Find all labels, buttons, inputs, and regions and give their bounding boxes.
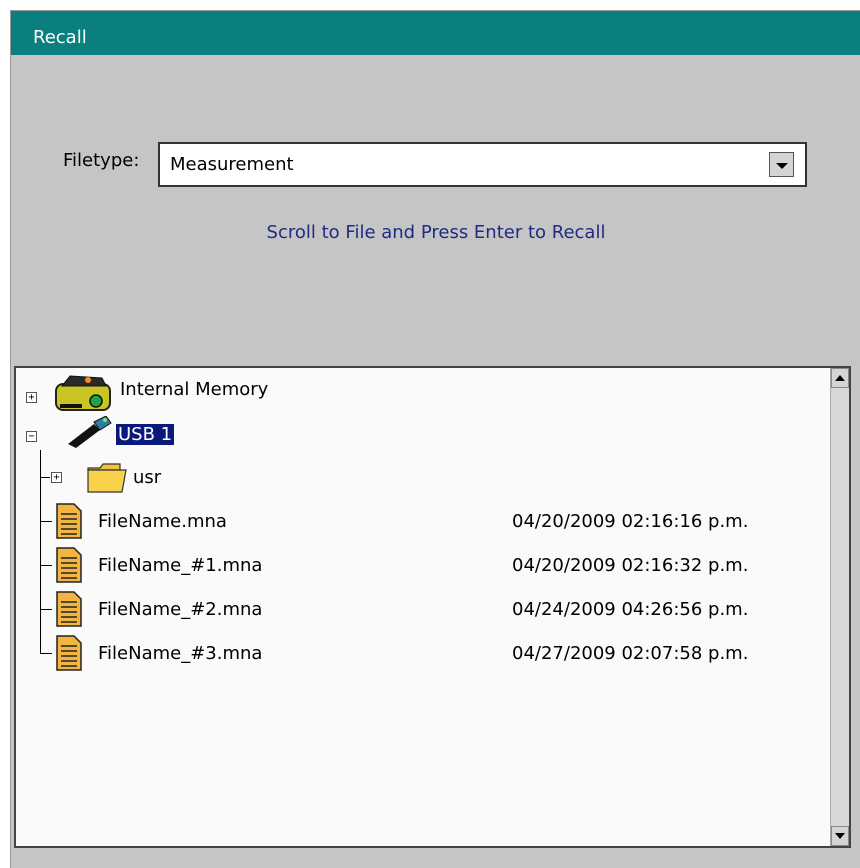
file-date: 04/20/2009 02:16:16 p.m.: [512, 511, 749, 532]
file-name: FileName_#1.mna: [98, 555, 263, 576]
folder-icon: [87, 463, 127, 493]
tree-item-label: USB 1: [116, 424, 175, 445]
collapse-icon[interactable]: −: [26, 431, 37, 442]
file-name: FileName.mna: [98, 511, 227, 532]
document-icon: [56, 503, 82, 539]
scroll-down-arrow-icon[interactable]: [831, 826, 849, 846]
file-date: 04/24/2009 04:26:56 p.m.: [512, 599, 749, 620]
tree-item-usr[interactable]: + usr: [16, 462, 816, 494]
usb-drive-icon: [68, 416, 112, 448]
tree-item-usb-1[interactable]: − USB 1: [16, 416, 816, 450]
file-date: 04/27/2009 02:07:58 p.m.: [512, 643, 749, 664]
title-bar: Recall: [11, 11, 860, 55]
vertical-scrollbar[interactable]: [830, 368, 849, 846]
file-name: FileName_#3.mna: [98, 643, 263, 664]
file-row[interactable]: FileName_#1.mna 04/20/2009 02:16:32 p.m.: [16, 547, 816, 583]
document-icon: [56, 635, 82, 671]
filetype-dropdown[interactable]: Measurement: [158, 142, 807, 187]
tree-item-label: Internal Memory: [120, 379, 269, 400]
expand-icon[interactable]: +: [51, 472, 62, 483]
file-date: 04/20/2009 02:16:32 p.m.: [512, 555, 749, 576]
tree-item-label: usr: [133, 467, 162, 488]
bottom-bar: [11, 848, 860, 868]
scroll-up-arrow-icon[interactable]: [831, 368, 849, 388]
file-row[interactable]: FileName_#2.mna 04/24/2009 04:26:56 p.m.: [16, 591, 816, 627]
memory-card-icon: [55, 375, 111, 411]
dropdown-arrow-icon[interactable]: [769, 152, 794, 177]
recall-window: Recall Filetype: Measurement Scroll to F…: [10, 10, 860, 868]
window-title: Recall: [33, 27, 87, 48]
file-tree[interactable]: + Internal Memory − USB 1 + usr FileName…: [14, 366, 851, 848]
file-name: FileName_#2.mna: [98, 599, 263, 620]
tree-item-internal-memory[interactable]: + Internal Memory: [16, 374, 816, 411]
expand-icon[interactable]: +: [26, 392, 37, 403]
file-row[interactable]: FileName_#3.mna 04/27/2009 02:07:58 p.m.: [16, 635, 816, 671]
filetype-label: Filetype:: [63, 150, 140, 171]
document-icon: [56, 591, 82, 627]
filetype-value: Measurement: [170, 154, 294, 175]
document-icon: [56, 547, 82, 583]
file-row[interactable]: FileName.mna 04/20/2009 02:16:16 p.m.: [16, 503, 816, 539]
instruction-text: Scroll to File and Press Enter to Recall: [266, 222, 606, 243]
